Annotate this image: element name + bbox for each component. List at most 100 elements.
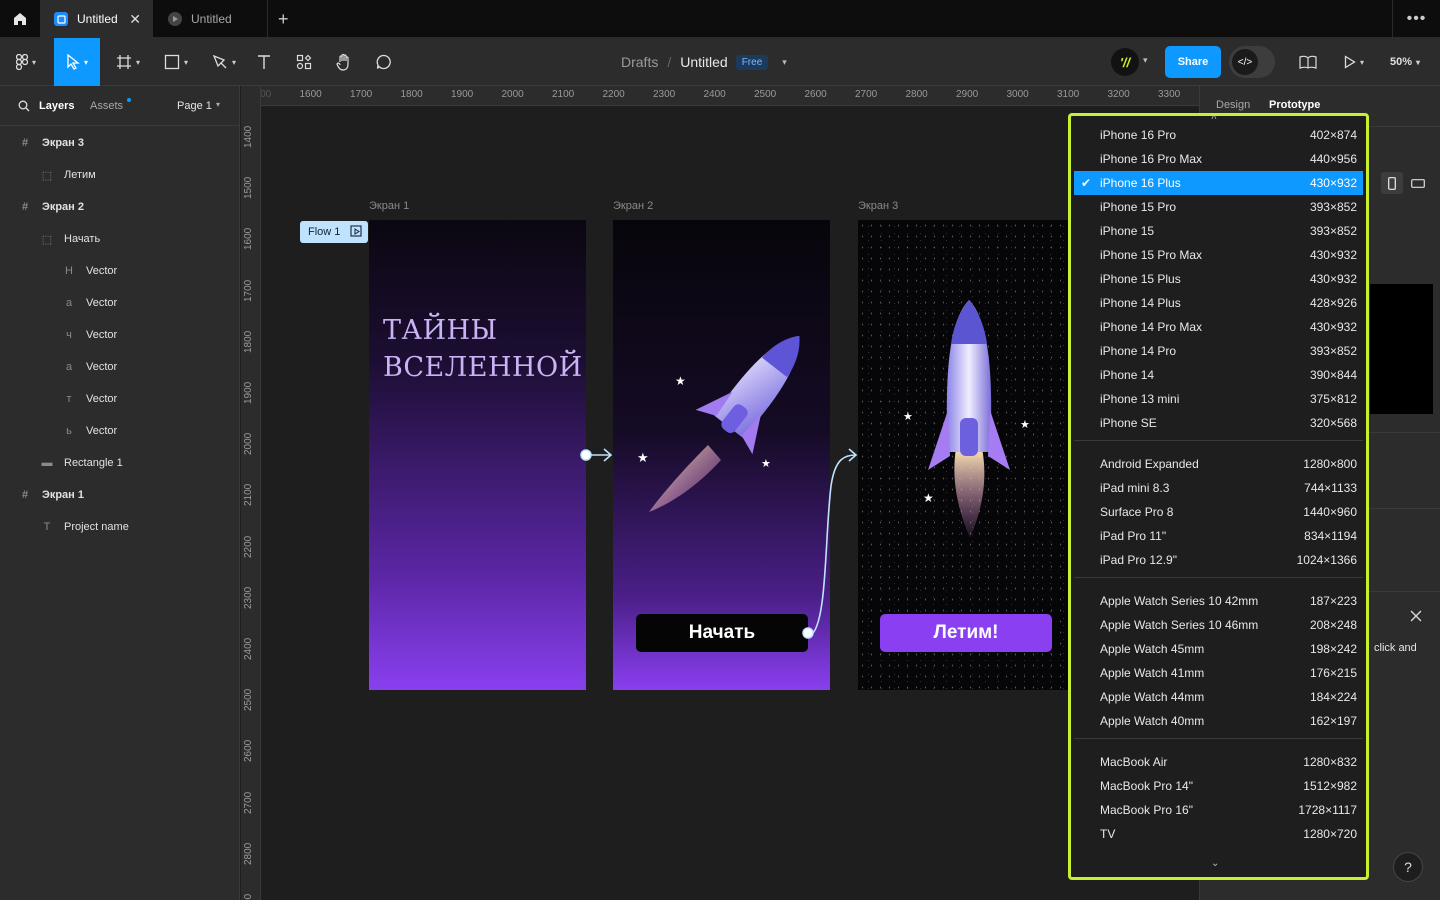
device-size: 198×242 <box>1309 642 1357 656</box>
main-menu-button[interactable]: ▾ <box>6 38 46 86</box>
device-option[interactable]: Apple Watch 41mm 176×215 <box>1074 661 1363 685</box>
layer-row-vector[interactable]: а Vector <box>0 351 240 383</box>
layer-row-vector[interactable]: а Vector <box>0 287 240 319</box>
move-tool-button[interactable]: ▾ <box>54 38 100 86</box>
device-size: 1728×1117 <box>1298 803 1357 817</box>
device-option[interactable]: iPhone 15 393×852 <box>1074 219 1363 243</box>
frame-tool-button[interactable]: ▾ <box>108 38 148 86</box>
device-option[interactable]: MacBook Pro 16" 1728×1117 <box>1074 798 1363 822</box>
page-selector[interactable]: Page 1 <box>177 100 212 112</box>
dev-mode-toggle[interactable]: </> <box>1229 46 1275 78</box>
connection-handle[interactable] <box>580 449 592 461</box>
connection-line[interactable] <box>812 454 857 634</box>
device-option[interactable]: Apple Watch Series 10 42mm 187×223 <box>1074 589 1363 613</box>
hint-text: click and <box>1374 642 1417 654</box>
avatar-chevron-icon[interactable]: ▾ <box>1143 55 1148 66</box>
device-name: iPhone 13 mini <box>1100 392 1180 406</box>
group-layer-icon: ⬚ <box>41 169 53 182</box>
device-option[interactable]: Surface Pro 8 1440×960 <box>1074 500 1363 524</box>
layer-row-vector[interactable]: ь Vector <box>0 415 240 447</box>
frame-layer-icon: # <box>21 489 29 501</box>
layer-row-group[interactable]: ⬚ Летим <box>0 159 240 191</box>
tab-untitled-inactive[interactable]: Untitled <box>154 0 268 38</box>
zoom-dropdown[interactable]: 50% ▾ <box>1382 38 1428 86</box>
layer-row-vector[interactable]: Н Vector <box>0 255 240 287</box>
device-option[interactable]: iPhone 15 Pro Max 430×932 <box>1074 243 1363 267</box>
scroll-up-chevron-icon[interactable]: ˄ <box>1211 116 1217 123</box>
library-button[interactable] <box>1296 38 1320 86</box>
portrait-icon <box>1388 176 1396 190</box>
device-option[interactable]: Apple Watch 40mm 162×197 <box>1074 709 1363 733</box>
text-tool-button[interactable] <box>252 38 276 86</box>
close-tab-icon[interactable]: ✕ <box>129 11 141 28</box>
layer-row-group[interactable]: ⬚ Начать <box>0 223 240 255</box>
tab-design[interactable]: Design <box>1216 99 1250 111</box>
home-button[interactable] <box>0 0 40 38</box>
pen-tool-button[interactable]: ▾ <box>204 38 244 86</box>
new-tab-icon[interactable]: + <box>278 9 289 30</box>
device-option[interactable]: iPhone 14 Plus 428×926 <box>1074 291 1363 315</box>
canvas[interactable]: 1500160017001800190020002100220023002400… <box>241 86 1199 900</box>
breadcrumb-drafts[interactable]: Drafts <box>621 54 658 70</box>
user-avatar[interactable]: '// <box>1111 48 1139 76</box>
device-option[interactable]: Apple Watch 44mm 184×224 <box>1074 685 1363 709</box>
device-option[interactable]: Apple Watch Series 10 46mm 208×248 <box>1074 613 1363 637</box>
vector-layer-icon: Н <box>65 265 73 277</box>
device-option[interactable]: iPad Pro 11" 834×1194 <box>1074 524 1363 548</box>
plan-badge: Free <box>735 54 769 70</box>
layer-row-frame[interactable]: # Экран 3 <box>0 127 240 159</box>
tab-layers[interactable]: Layers <box>39 100 74 112</box>
hand-tool-button[interactable] <box>332 38 356 86</box>
device-option[interactable]: iPhone 14 Pro Max 430×932 <box>1074 315 1363 339</box>
layer-row-text[interactable]: T Project name <box>0 511 240 543</box>
device-option[interactable]: iPhone 16 Pro Max 440×956 <box>1074 147 1363 171</box>
device-option[interactable]: iPhone 15 Plus 430×932 <box>1074 267 1363 291</box>
device-option[interactable]: ✔ iPhone 16 Plus 430×932 <box>1074 171 1363 195</box>
layer-label: Vector <box>86 329 118 341</box>
layer-row-frame[interactable]: # Экран 1 <box>0 479 240 511</box>
device-name: Apple Watch 41mm <box>1100 666 1205 680</box>
help-button[interactable]: ? <box>1393 852 1423 882</box>
device-option[interactable]: MacBook Air 1280×832 <box>1074 750 1363 774</box>
layer-label: Vector <box>86 297 118 309</box>
connection-handle[interactable] <box>802 627 814 639</box>
device-size: 430×932 <box>1309 320 1357 334</box>
chevron-down-icon: ▾ <box>231 57 236 67</box>
device-option[interactable]: iPhone 13 mini 375×812 <box>1074 387 1363 411</box>
tab-untitled-active[interactable]: Untitled ✕ <box>40 0 153 38</box>
layer-row-rect[interactable]: ▬ Rectangle 1 <box>0 447 240 479</box>
dropdown-separator <box>1074 440 1363 441</box>
tab-prototype[interactable]: Prototype <box>1269 99 1320 111</box>
scroll-down-chevron-icon[interactable]: ⌄ <box>1211 858 1219 869</box>
device-option[interactable]: MacBook Pro 14" 1512×982 <box>1074 774 1363 798</box>
file-name[interactable]: Untitled <box>680 54 727 70</box>
tab-assets[interactable]: Assets <box>90 100 123 112</box>
device-option[interactable]: Android Expanded 1280×800 <box>1074 452 1363 476</box>
present-button[interactable]: ▾ <box>1336 38 1372 86</box>
device-option[interactable]: iPhone 14 Pro 393×852 <box>1074 339 1363 363</box>
layer-row-frame[interactable]: # Экран 2 <box>0 191 240 223</box>
landscape-orientation-button[interactable] <box>1407 172 1429 194</box>
file-menu-chevron-icon[interactable]: ▾ <box>782 57 787 68</box>
portrait-orientation-button[interactable] <box>1381 172 1403 194</box>
resources-button[interactable] <box>292 38 316 86</box>
device-option[interactable]: iPad Pro 12.9" 1024×1366 <box>1074 548 1363 572</box>
share-button[interactable]: Share <box>1165 46 1221 78</box>
comment-tool-button[interactable] <box>372 38 396 86</box>
layer-row-vector[interactable]: т Vector <box>0 383 240 415</box>
device-option[interactable]: TV 1280×720 <box>1074 822 1363 846</box>
device-option[interactable]: iPhone SE 320×568 <box>1074 411 1363 435</box>
device-option[interactable]: iPhone 16 Pro 402×874 <box>1074 123 1363 147</box>
device-option[interactable]: iPhone 15 Pro 393×852 <box>1074 195 1363 219</box>
close-icon[interactable] <box>1410 610 1422 622</box>
chevron-down-icon[interactable]: ▾ <box>216 100 220 109</box>
search-icon[interactable] <box>18 100 30 112</box>
chevron-down-icon: ▾ <box>31 57 36 67</box>
shape-tool-button[interactable]: ▾ <box>156 38 196 86</box>
device-option[interactable]: iPad mini 8.3 744×1133 <box>1074 476 1363 500</box>
more-options-icon[interactable]: ••• <box>1392 0 1440 38</box>
layer-row-vector[interactable]: ч Vector <box>0 319 240 351</box>
toolbar: ▾ ▾ ▾ ▾ ▾ Drafts / Untitled Free ▾ '// ▾… <box>0 38 1440 86</box>
device-option[interactable]: iPhone 14 390×844 <box>1074 363 1363 387</box>
device-option[interactable]: Apple Watch 45mm 198×242 <box>1074 637 1363 661</box>
